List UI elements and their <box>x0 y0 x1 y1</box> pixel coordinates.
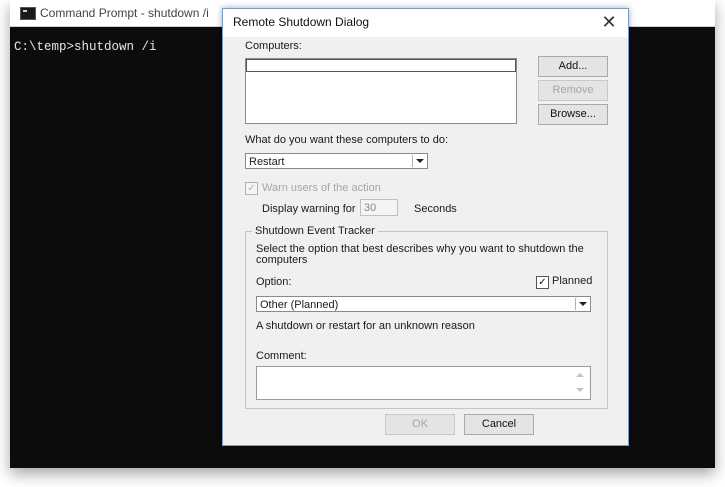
add-button[interactable]: Add... <box>538 56 608 77</box>
option-select-value: Other (Planned) <box>260 299 339 311</box>
cancel-button[interactable]: Cancel <box>464 414 534 435</box>
dialog-title: Remote Shutdown Dialog <box>233 15 370 29</box>
console-prompt-line: C:\temp>shutdown /i <box>14 40 157 54</box>
dialog-titlebar: Remote Shutdown Dialog ✕ <box>223 9 628 37</box>
chevron-down-icon[interactable] <box>575 298 589 310</box>
display-warning-label: Display warning for <box>262 203 356 215</box>
scroll-up-icon[interactable] <box>576 373 584 377</box>
remote-shutdown-dialog: Remote Shutdown Dialog ✕ Computers: Add.… <box>222 8 629 446</box>
option-label: Option: <box>256 276 292 288</box>
display-warning-seconds-input[interactable]: 30 <box>360 199 398 216</box>
browse-button[interactable]: Browse... <box>538 104 608 125</box>
tracker-description: Select the option that best describes wh… <box>256 243 584 266</box>
warn-users-label: Warn users of the action <box>262 182 381 194</box>
console-title: Command Prompt - shutdown /i <box>40 6 209 20</box>
close-icon[interactable]: ✕ <box>598 11 620 33</box>
action-select[interactable]: Restart <box>245 153 428 169</box>
scroll-down-icon[interactable] <box>576 388 584 392</box>
chevron-down-icon[interactable] <box>412 155 426 167</box>
action-select-value: Restart <box>249 156 285 168</box>
reason-description: A shutdown or restart for an unknown rea… <box>256 320 475 332</box>
console-app-icon <box>20 7 36 20</box>
computers-list-entry[interactable] <box>246 59 516 72</box>
comment-label: Comment: <box>256 350 307 362</box>
warn-users-checkbox[interactable]: ✓ <box>245 182 258 195</box>
computers-list[interactable] <box>245 58 517 124</box>
option-select[interactable]: Other (Planned) <box>256 296 591 312</box>
ok-button[interactable]: OK <box>385 414 455 435</box>
action-label: What do you want these computers to do: <box>245 134 449 146</box>
remove-button[interactable]: Remove <box>538 80 608 101</box>
computers-label: Computers: <box>245 40 302 52</box>
shutdown-event-tracker-group: Shutdown Event Tracker Select the option… <box>245 225 608 409</box>
planned-label: Planned <box>552 275 593 287</box>
seconds-label: Seconds <box>414 203 457 215</box>
planned-checkbox[interactable]: ✓ <box>536 276 549 289</box>
comment-textarea[interactable] <box>256 366 591 400</box>
tracker-group-title: Shutdown Event Tracker <box>252 225 378 237</box>
